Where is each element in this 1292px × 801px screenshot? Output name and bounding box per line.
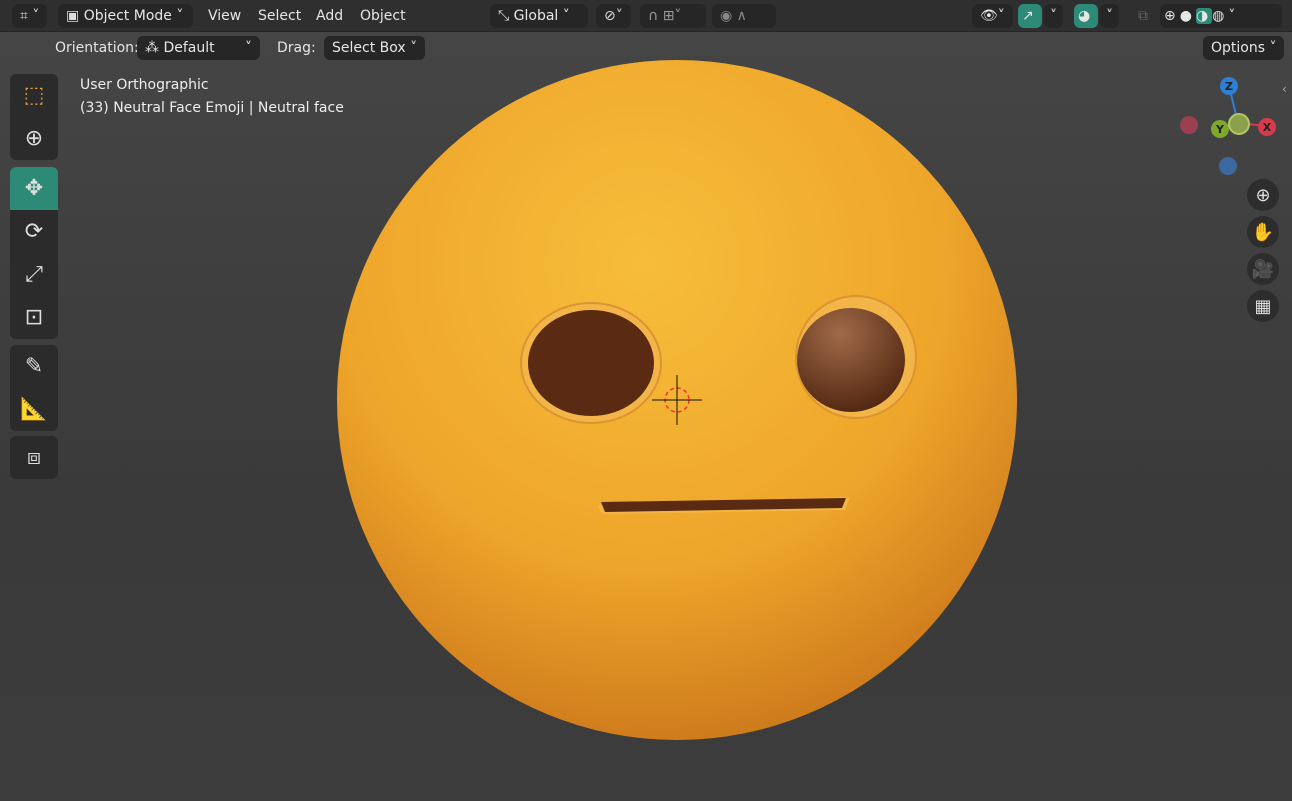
measure-tool[interactable]: 📐 [10,388,58,431]
gizmo-dropdown[interactable]: ˅ [1044,4,1063,28]
cursor-tool[interactable]: ⊕ [10,117,58,160]
add-cube-icon: ⧈ [27,445,41,470]
transform-icon: ⊡ [24,305,44,330]
cursor-icon: ⊕ [24,126,44,151]
xray-toggle[interactable]: ⧉ [1130,4,1156,28]
transform-orientation-dropdown[interactable]: ⤡ Global ˅ [490,4,588,28]
ortho-toggle-button[interactable]: ▦ [1247,290,1279,322]
mode-dropdown[interactable]: ▣ Object Mode ˅ [58,4,193,28]
drag-label: Drag: [277,40,316,56]
ruler-icon: 📐 [20,397,48,422]
visibility-dropdown[interactable]: 👁˅ [972,4,1013,28]
view-name: User Orthographic [80,77,209,93]
move-icon: ✥ [24,176,44,201]
gizmo-neg-z[interactable] [1219,157,1237,175]
transform-tool[interactable]: ⊡ [10,296,58,339]
menu-object[interactable]: Object [352,4,414,28]
left-eye [528,310,654,416]
toolbar-transform-group: ✥ ⟳ ⤢ ⊡ [10,167,58,339]
drag-dropdown[interactable]: Select Box ˅ [324,36,426,60]
toolbar-add-group: ⧈ [10,436,58,479]
pencil-icon: ✎ [24,354,44,379]
pan-button[interactable]: ✋ [1247,216,1279,248]
orientation-dropdown[interactable]: ⁂ Default ˅ [137,36,260,60]
orientation-default-icon: ⁂ [145,40,159,56]
proportional-icon: ◉ ∧ [720,8,747,24]
eye-icon: 👁˅ [980,8,1005,24]
snap-toggle[interactable]: ∩ ⊞˅ [640,4,706,28]
orientation-value: Default [163,40,215,56]
orientation-label: Orientation: [55,40,139,56]
camera-view-button[interactable]: 🎥 [1247,253,1279,285]
orientation-label: Global [513,8,559,24]
proportional-edit-toggle[interactable]: ◉ ∧ [712,4,776,28]
zoom-button[interactable]: ⊕ [1247,179,1279,211]
gizmo-x[interactable]: X [1258,118,1276,136]
rendered-icon[interactable]: ◍ [1212,8,1228,24]
wireframe-icon[interactable]: ⊕ [1164,8,1180,24]
select-box-icon: ⬚ [23,83,45,108]
pivot-dropdown[interactable]: ⊘˅ [596,4,631,28]
right-eye [797,308,905,412]
overlay-dropdown[interactable]: ˅ [1100,4,1119,28]
toolbar-select-group: ⬚ ⊕ [10,74,58,160]
gizmo-neg-y[interactable] [1228,113,1250,135]
editor-type-dropdown[interactable]: ⌗ ˅ [12,4,48,28]
zoom-icon: ⊕ [1255,184,1271,206]
xray-icon: ⧉ [1138,8,1148,24]
grid-icon: ▦ [1254,295,1272,317]
overlay-icon: ◕ [1078,8,1091,24]
menu-select[interactable]: Select [250,4,309,28]
add-cube-tool[interactable]: ⧈ [10,436,58,479]
drag-value: Select Box [332,40,406,56]
pivot-icon: ⊘˅ [604,8,623,24]
move-tool[interactable]: ✥ [10,167,58,210]
editor-type-icon: ⌗ ˅ [20,8,40,24]
annotate-tool[interactable]: ✎ [10,345,58,388]
options-dropdown[interactable]: Options ˅ [1203,36,1285,60]
gizmo-y[interactable]: Y [1211,120,1229,138]
rotate-icon: ⟳ [24,219,44,244]
hand-icon: ✋ [1251,221,1275,243]
options-label: Options [1211,40,1266,56]
gizmo-neg-x[interactable] [1180,116,1198,134]
object-mode-icon: ▣ [66,8,80,24]
select-box-tool[interactable]: ⬚ [10,74,58,117]
sidebar-toggle-icon[interactable]: ‹ [1282,82,1287,96]
viewport-header: ⌗ ˅ ▣ Object Mode ˅ View Select Add Obje… [0,0,1292,32]
solid-icon[interactable]: ● [1180,8,1196,24]
3d-viewport[interactable]: Orientation: ⁂ Default ˅ Drag: Select Bo… [0,32,1292,801]
axes-icon: ⤡ [498,8,510,24]
scale-icon: ⤢ [25,262,43,287]
toolbar-annotate-group: ✎ 📐 [10,345,58,431]
snap-icon: ∩ ⊞˅ [648,8,682,24]
gizmo-z[interactable]: Z [1220,77,1238,95]
overlay-toggle[interactable]: ◕ [1074,4,1098,28]
scene [337,60,1017,740]
gizmo-icon: ↗ [1022,8,1034,24]
menu-view[interactable]: View [200,4,249,28]
camera-icon: 🎥 [1251,258,1275,280]
material-preview-icon[interactable]: ◑ [1195,8,1213,24]
mode-label: Object Mode [83,8,172,24]
menu-add[interactable]: Add [308,4,351,28]
tool-settings-bar: Orientation: ⁂ Default ˅ Drag: Select Bo… [0,36,1292,64]
shading-buttons[interactable]: ⊕●◑◍˅ [1160,4,1282,28]
gizmo-toggle[interactable]: ↗ [1018,4,1042,28]
rotate-tool[interactable]: ⟳ [10,210,58,253]
object-info: (33) Neutral Face Emoji | Neutral face [80,100,344,116]
scale-tool[interactable]: ⤢ [10,253,58,296]
